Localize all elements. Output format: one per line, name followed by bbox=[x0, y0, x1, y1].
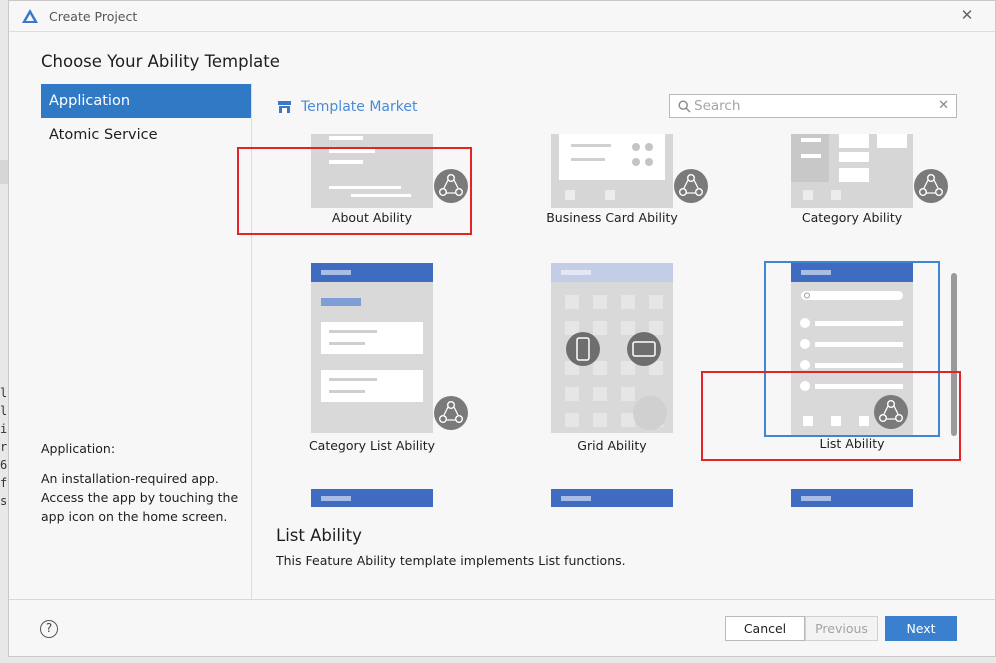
template-label: Grid Ability bbox=[577, 438, 647, 453]
background-panel bbox=[0, 160, 8, 184]
search-box: ✕ bbox=[669, 94, 957, 118]
previous-button[interactable]: Previous bbox=[805, 616, 878, 641]
template-card-category-ability[interactable]: Category Ability bbox=[779, 134, 949, 232]
page-title: Choose Your Ability Template bbox=[41, 52, 280, 71]
template-label: Category Ability bbox=[801, 210, 903, 225]
template-market-link[interactable]: Template Market bbox=[277, 97, 417, 117]
template-card-partial[interactable] bbox=[791, 489, 913, 507]
search-icon bbox=[678, 100, 691, 113]
template-label: Category List Ability bbox=[308, 438, 436, 453]
template-card-business-card-ability[interactable]: Business Card Ability bbox=[539, 134, 739, 232]
business-card-preview-art bbox=[551, 134, 673, 208]
template-thumbnail bbox=[551, 489, 673, 507]
clear-search-icon[interactable]: ✕ bbox=[938, 98, 949, 113]
grid-preview-art bbox=[551, 263, 673, 433]
thumbnail-header-bar bbox=[561, 496, 591, 501]
store-icon bbox=[278, 101, 291, 113]
template-thumbnail bbox=[551, 263, 673, 433]
search-input[interactable] bbox=[694, 97, 930, 115]
create-project-dialog: Create Project ✕ Choose Your Ability Tem… bbox=[8, 0, 996, 657]
category-list-preview-art bbox=[311, 263, 433, 433]
selected-template-description: This Feature Ability template implements… bbox=[276, 553, 626, 568]
template-thumbnail bbox=[311, 489, 433, 507]
next-button[interactable]: Next bbox=[885, 616, 957, 641]
title-bar: Create Project ✕ bbox=[9, 1, 995, 32]
template-label: Business Card Ability bbox=[546, 210, 678, 225]
template-thumbnail bbox=[551, 134, 673, 208]
template-badge-icon bbox=[914, 169, 948, 203]
template-badge-icon bbox=[434, 396, 468, 430]
footer-divider bbox=[9, 599, 995, 600]
category-description-title: Application: bbox=[41, 441, 116, 456]
template-thumbnail bbox=[311, 263, 433, 433]
sidebar-item-atomic-service[interactable]: Atomic Service bbox=[41, 118, 251, 152]
annotation-highlight-list bbox=[701, 371, 961, 461]
annotation-highlight-about bbox=[237, 147, 472, 235]
selected-template-name: List Ability bbox=[276, 526, 362, 545]
category-preview-art bbox=[791, 134, 913, 208]
template-card-category-list-ability[interactable]: Category List Ability bbox=[299, 262, 499, 458]
template-card-partial[interactable] bbox=[311, 489, 433, 507]
sidebar-item-application[interactable]: Application bbox=[41, 84, 251, 118]
template-thumbnail bbox=[791, 134, 913, 208]
template-market-label: Template Market bbox=[301, 99, 418, 115]
template-card-partial[interactable] bbox=[551, 489, 673, 507]
template-badge-icon bbox=[674, 169, 708, 203]
close-icon[interactable]: ✕ bbox=[959, 7, 975, 23]
app-logo-icon bbox=[22, 9, 38, 23]
thumbnail-header-bar bbox=[801, 496, 831, 501]
help-icon[interactable]: ? bbox=[40, 620, 58, 638]
window-title: Create Project bbox=[49, 9, 138, 24]
thumbnail-header-bar bbox=[321, 496, 351, 501]
category-description-text: An installation-required app. Access the… bbox=[41, 471, 239, 524]
template-thumbnail bbox=[791, 489, 913, 507]
cancel-button[interactable]: Cancel bbox=[725, 616, 805, 641]
